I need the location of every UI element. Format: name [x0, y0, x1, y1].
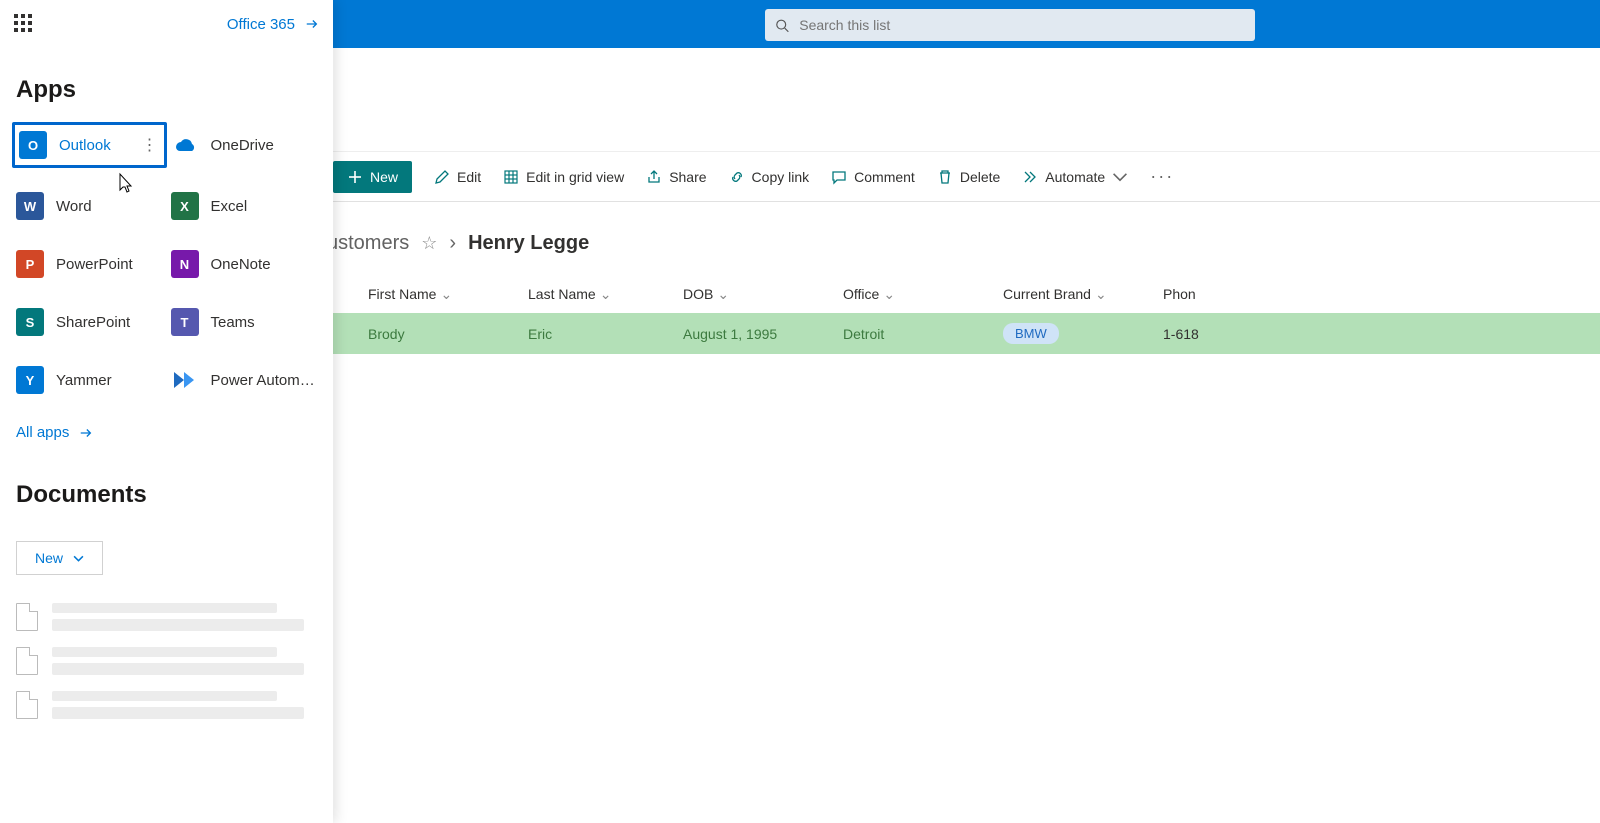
yammer-icon: Y [16, 366, 44, 394]
flow-icon [1022, 169, 1038, 185]
app-tile-power-automate[interactable]: Power Autom… [167, 360, 322, 400]
breadcrumb-separator: › [449, 232, 456, 255]
column-current-brand[interactable]: Current Brand⌄ [995, 275, 1155, 313]
app-tile-onenote[interactable]: N OneNote [167, 244, 322, 284]
brand-pill: BMW [1003, 323, 1059, 344]
search-box[interactable] [765, 9, 1255, 41]
file-icon [16, 603, 38, 631]
trash-icon [937, 169, 953, 185]
app-tile-sharepoint[interactable]: S SharePoint [12, 302, 167, 342]
app-label: SharePoint [56, 314, 130, 331]
app-label: Excel [211, 198, 248, 215]
app-tile-onedrive[interactable]: OneDrive [167, 122, 322, 168]
sharepoint-icon: S [16, 308, 44, 336]
plus-icon [347, 169, 363, 185]
copy-link-button[interactable]: Copy link [729, 169, 810, 185]
outlook-icon: O [19, 131, 47, 159]
search-icon [775, 18, 789, 33]
onedrive-icon [171, 131, 199, 159]
column-office[interactable]: Office⌄ [835, 275, 995, 313]
waffle-icon[interactable] [14, 14, 34, 34]
column-phone[interactable]: Phon [1155, 275, 1600, 313]
pencil-icon [434, 169, 450, 185]
comment-icon [831, 169, 847, 185]
app-label: OneNote [211, 256, 271, 273]
app-tile-yammer[interactable]: Y Yammer [12, 360, 167, 400]
office365-link[interactable]: Office 365 [227, 16, 319, 33]
teams-icon: T [171, 308, 199, 336]
apps-heading: Apps [16, 76, 317, 104]
all-apps-link[interactable]: All apps [16, 424, 317, 441]
excel-icon: X [171, 192, 199, 220]
onenote-icon: N [171, 250, 199, 278]
column-dob[interactable]: DOB⌄ [675, 275, 835, 313]
app-label: Yammer [56, 372, 112, 389]
cell-dob: August 1, 1995 [675, 313, 835, 354]
share-icon [646, 169, 662, 185]
app-tile-outlook[interactable]: O Outlook ⋮ [12, 122, 167, 168]
new-button-label: New [370, 169, 398, 185]
new-button[interactable]: New [333, 161, 412, 193]
breadcrumb-list[interactable]: ustomers [327, 232, 409, 255]
edit-button[interactable]: Edit [434, 169, 481, 185]
app-label: Word [56, 198, 92, 215]
breadcrumb-current: Henry Legge [468, 232, 589, 255]
column-last-name[interactable]: Last Name⌄ [520, 275, 675, 313]
automate-button[interactable]: Automate [1022, 169, 1128, 185]
search-input[interactable] [799, 17, 1245, 33]
document-placeholder [0, 595, 333, 639]
app-label: OneDrive [211, 137, 274, 154]
document-placeholder [0, 639, 333, 683]
app-tile-excel[interactable]: X Excel [167, 186, 322, 226]
cell-first-name: Brody [360, 313, 520, 354]
app-tile-teams[interactable]: T Teams [167, 302, 322, 342]
share-button[interactable]: Share [646, 169, 706, 185]
app-tile-menu-icon[interactable]: ⋮ [142, 135, 158, 155]
grid-icon [503, 169, 519, 185]
arrow-right-icon [79, 426, 93, 440]
file-icon [16, 691, 38, 719]
cell-last-name: Eric [520, 313, 675, 354]
chevron-down-icon [73, 553, 84, 564]
apps-grid: O Outlook ⋮ OneDrive W Word X Excel P Po… [0, 122, 333, 400]
file-icon [16, 647, 38, 675]
app-label: Power Autom… [211, 372, 315, 389]
more-commands-button[interactable]: ··· [1150, 166, 1174, 187]
column-first-name[interactable]: First Name⌄ [360, 275, 520, 313]
favorite-star-icon[interactable]: ☆ [421, 233, 437, 254]
app-tile-word[interactable]: W Word [12, 186, 167, 226]
word-icon: W [16, 192, 44, 220]
launcher-topbar: Office 365 [0, 0, 333, 48]
arrow-right-icon [305, 17, 319, 31]
document-placeholder [0, 683, 333, 727]
app-launcher-panel: Office 365 Apps O Outlook ⋮ OneDrive W W… [0, 0, 333, 823]
app-tile-powerpoint[interactable]: P PowerPoint [12, 244, 167, 284]
new-document-button[interactable]: New [16, 541, 103, 575]
cell-office: Detroit [835, 313, 995, 354]
app-label: Outlook [59, 137, 111, 154]
app-label: Teams [211, 314, 255, 331]
chevron-down-icon [1112, 169, 1128, 185]
edit-grid-button[interactable]: Edit in grid view [503, 169, 624, 185]
cell-phone: 1-618 [1155, 313, 1600, 354]
delete-button[interactable]: Delete [937, 169, 1000, 185]
comment-button[interactable]: Comment [831, 169, 915, 185]
link-icon [729, 169, 745, 185]
documents-heading: Documents [16, 481, 317, 509]
app-label: PowerPoint [56, 256, 133, 273]
powerpoint-icon: P [16, 250, 44, 278]
power-automate-icon [171, 366, 199, 394]
